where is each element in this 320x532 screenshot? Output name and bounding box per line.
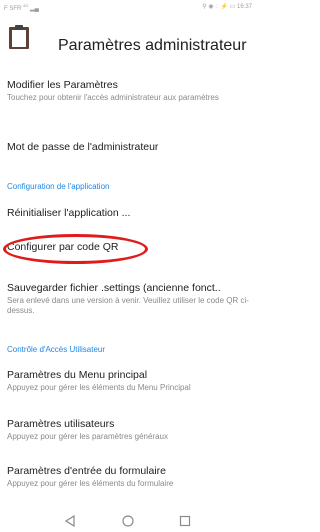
pref-summary: Appuyez pour gérer les éléments du Menu … [7, 383, 191, 392]
navigation-bar [0, 508, 256, 532]
pref-title: Paramètres du Menu principal [7, 369, 148, 381]
pref-user-settings[interactable]: Paramètres utilisateurs Appuyez pour gér… [7, 418, 251, 442]
pref-title: Modifier les Paramètres [7, 79, 118, 91]
status-right: ⚲ ◉ ◌ ⚡ ▭ 16:37 [202, 3, 252, 10]
back-triangle-icon[interactable] [63, 514, 77, 528]
pref-reset-app[interactable]: Réinitialiser l'application ... [7, 207, 251, 220]
status-time: 16:37 [236, 4, 252, 10]
pref-main-menu-settings[interactable]: Paramètres du Menu principal Appuyez pou… [7, 369, 251, 393]
recents-square-icon[interactable] [178, 514, 192, 528]
status-icons: ⚲ ◉ ◌ ⚡ ▭ [202, 4, 236, 10]
network-type: 4G [23, 3, 29, 8]
highlight-annotation [3, 234, 148, 264]
pref-summary: Appuyez pour gérer les éléments du formu… [7, 479, 174, 488]
pref-summary: Appuyez pour gérer les paramètres généra… [7, 432, 168, 441]
pref-modify-settings[interactable]: Modifier les Paramètres Touchez pour obt… [7, 79, 251, 103]
pref-summary: Sera enlevé dans une version à venir. Ve… [7, 296, 249, 315]
pref-form-entry-settings[interactable]: Paramètres d'entrée du formulaire Appuye… [7, 465, 251, 489]
pref-admin-password[interactable]: Mot de passe de l'administrateur [7, 141, 251, 154]
pref-title: Mot de passe de l'administrateur [7, 141, 159, 153]
pref-title: Paramètres utilisateurs [7, 418, 115, 430]
clipboard-icon [9, 25, 29, 49]
page-title: Paramètres administrateur [58, 37, 247, 54]
home-circle-icon[interactable] [121, 514, 135, 528]
category-user-access: Contrôle d'Accès Utilisateur [7, 345, 106, 354]
pref-title: Sauvegarder fichier .settings (ancienne … [7, 282, 221, 294]
pref-title: Paramètres d'entrée du formulaire [7, 465, 166, 477]
status-bar: F SFR 4G ▂▄ ⚲ ◉ ◌ ⚡ ▭ 16:37 [0, 0, 256, 12]
category-app-config: Configuration de l'application [7, 182, 110, 191]
pref-summary: Touchez pour obtenir l'accès administrat… [7, 93, 219, 102]
pref-save-settings-file[interactable]: Sauvegarder fichier .settings (ancienne … [7, 282, 251, 316]
carrier-signal: F SFR 4G ▂▄ [4, 3, 39, 12]
app-bar: Paramètres administrateur [0, 12, 256, 66]
pref-title: Réinitialiser l'application ... [7, 207, 131, 219]
